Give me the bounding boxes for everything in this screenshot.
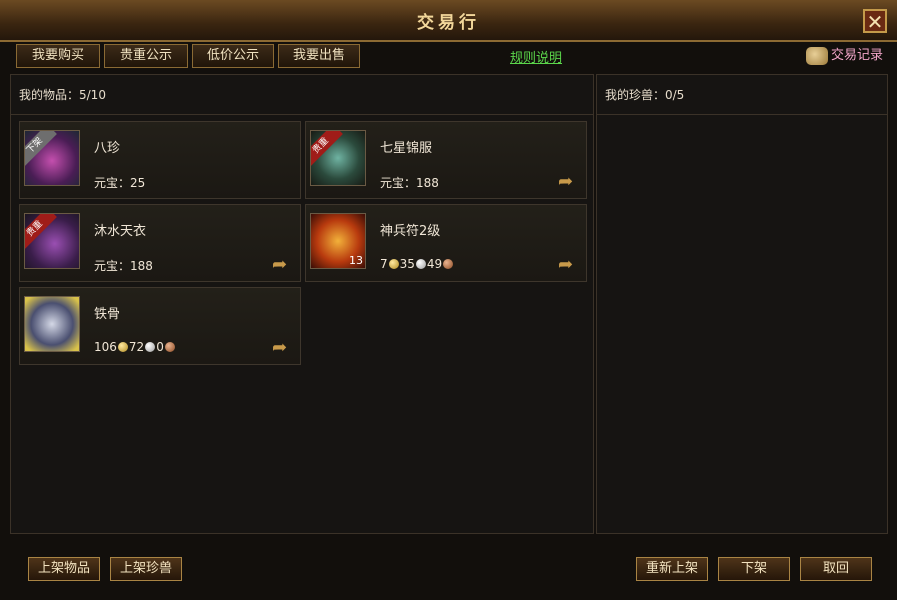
item-price: 元宝：25 bbox=[94, 176, 146, 190]
copper-amount: 49 bbox=[426, 257, 443, 271]
item-card[interactable]: 13 神兵符2级 7 35 49 ➦ bbox=[305, 204, 587, 282]
gold-coin-icon bbox=[388, 259, 399, 269]
pets-panel: 我的珍兽：0/5 bbox=[596, 74, 888, 534]
armor-icon: 贵重 bbox=[310, 130, 366, 186]
copper-coin-icon bbox=[443, 259, 454, 269]
share-arrow-icon[interactable]: ➦ bbox=[558, 173, 580, 191]
item-card[interactable]: 铁骨 106 72 0 ➦ bbox=[19, 287, 301, 365]
item-price: 元宝：188 bbox=[94, 259, 153, 273]
status-ribbon: 下架 bbox=[25, 131, 57, 168]
status-ribbon: 贵重 bbox=[25, 214, 57, 251]
item-name: 沐水天衣 bbox=[94, 224, 147, 239]
rules-link[interactable]: 规则说明 bbox=[510, 47, 562, 66]
dragon-talisman-icon: 13 bbox=[310, 213, 366, 269]
silver-coin-icon bbox=[415, 259, 426, 269]
item-price: 元宝：188 bbox=[380, 176, 439, 190]
copper-amount: 0 bbox=[156, 340, 164, 354]
pearl-ring-icon: 下架 bbox=[24, 130, 80, 186]
iron-bone-icon bbox=[24, 296, 80, 352]
pets-panel-header: 我的珍兽：0/5 bbox=[597, 75, 887, 115]
share-arrow-icon[interactable]: ➦ bbox=[272, 256, 294, 274]
retrieve-button[interactable]: 取回 bbox=[800, 557, 872, 581]
gold-amount: 7 bbox=[380, 257, 388, 271]
copper-coin-icon bbox=[164, 342, 175, 352]
close-button[interactable]: ✕ bbox=[863, 9, 887, 33]
tab-sell[interactable]: 我要出售 bbox=[278, 44, 360, 68]
gold-amount: 106 bbox=[94, 340, 117, 354]
stack-count: 13 bbox=[349, 254, 363, 267]
tab-lowprice-notice[interactable]: 低价公示 bbox=[192, 44, 274, 68]
items-panel: 我的物品：5/10 下架 八珍 元宝：25 贵重 七星锦服 元宝：188 ➦ 贵… bbox=[10, 74, 594, 534]
tab-buy[interactable]: 我要购买 bbox=[16, 44, 100, 68]
status-ribbon: 贵重 bbox=[311, 131, 343, 168]
scroll-icon bbox=[805, 46, 828, 65]
tab-valuable-notice[interactable]: 贵重公示 bbox=[104, 44, 188, 68]
item-name: 神兵符2级 bbox=[380, 224, 441, 239]
item-card[interactable]: 贵重 七星锦服 元宝：188 ➦ bbox=[305, 121, 587, 199]
share-arrow-icon[interactable]: ➦ bbox=[558, 256, 580, 274]
silver-amount: 72 bbox=[128, 340, 145, 354]
title-bar: 交易行 ✕ bbox=[0, 0, 897, 42]
item-card[interactable]: 下架 八珍 元宝：25 bbox=[19, 121, 301, 199]
gold-coin-icon bbox=[117, 342, 128, 352]
item-price: 7 35 49 bbox=[380, 257, 454, 271]
trade-window: 交易行 ✕ 我要购买 贵重公示 低价公示 我要出售 规则说明 交易记录 我的物品… bbox=[0, 0, 897, 600]
share-arrow-icon[interactable]: ➦ bbox=[272, 339, 294, 357]
silver-coin-icon bbox=[145, 342, 156, 352]
relist-button[interactable]: 重新上架 bbox=[636, 557, 708, 581]
item-name: 铁骨 bbox=[94, 307, 121, 322]
item-name: 八珍 bbox=[94, 141, 121, 156]
trade-record-link[interactable]: 交易记录 bbox=[805, 45, 883, 67]
trade-record-label: 交易记录 bbox=[830, 48, 883, 63]
item-name: 七星锦服 bbox=[380, 141, 433, 156]
list-pet-button[interactable]: 上架珍兽 bbox=[110, 557, 182, 581]
item-price: 106 72 0 bbox=[94, 340, 176, 354]
silver-amount: 35 bbox=[399, 257, 415, 271]
window-title: 交易行 bbox=[417, 13, 480, 33]
robe-icon: 贵重 bbox=[24, 213, 80, 269]
list-item-button[interactable]: 上架物品 bbox=[28, 557, 100, 581]
item-card[interactable]: 贵重 沐水天衣 元宝：188 ➦ bbox=[19, 204, 301, 282]
items-panel-header: 我的物品：5/10 bbox=[11, 75, 593, 115]
delist-button[interactable]: 下架 bbox=[718, 557, 790, 581]
